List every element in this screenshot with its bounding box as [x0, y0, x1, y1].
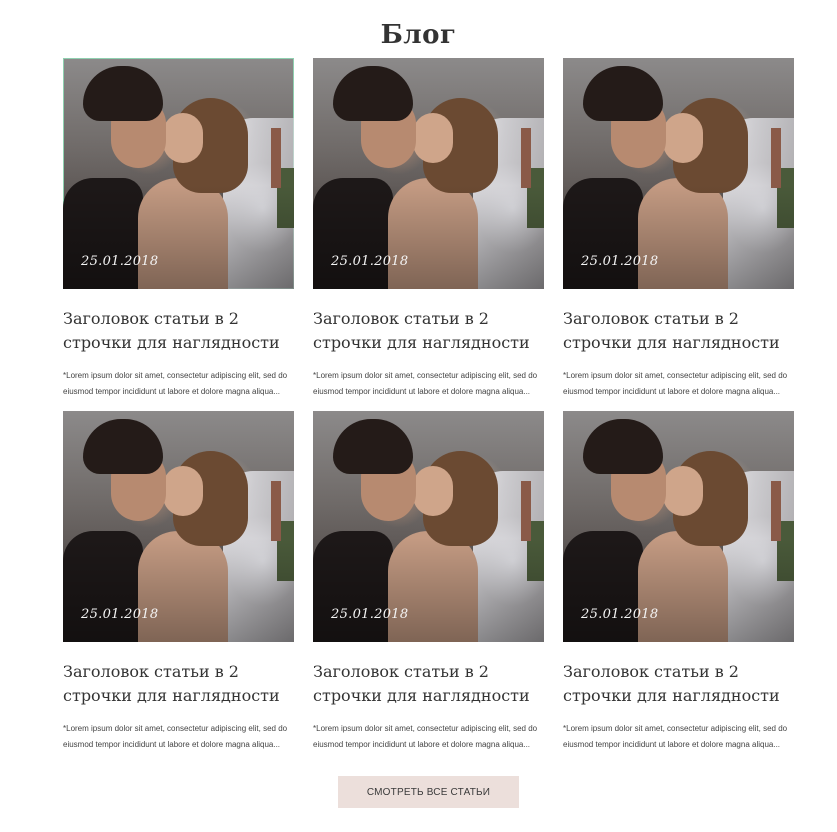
blog-card-title[interactable]: Заголовок статьи в 2 строчки для наглядн… [313, 660, 544, 708]
blog-card-excerpt: *Lorem ipsum dolor sit amet, consectetur… [63, 371, 288, 396]
blog-card[interactable]: 25.01.2018 Заголовок статьи в 2 строчки … [313, 58, 544, 411]
blog-card[interactable]: 25.01.2018 Заголовок статьи в 2 строчки … [563, 411, 794, 764]
blog-card-date: 25.01.2018 [331, 254, 409, 269]
blog-card-date: 25.01.2018 [581, 607, 659, 622]
blog-card-image[interactable]: 25.01.2018 [63, 58, 294, 289]
blog-card-title[interactable]: Заголовок статьи в 2 строчки для наглядн… [563, 660, 794, 708]
blog-card-excerpt: *Lorem ipsum dolor sit amet, consectetur… [313, 371, 538, 396]
blog-card-excerpt: *Lorem ipsum dolor sit amet, consectetur… [313, 724, 538, 749]
blog-card-excerpt: *Lorem ipsum dolor sit amet, consectetur… [63, 724, 288, 749]
view-all-posts-button[interactable]: СМОТРЕТЬ ВСЕ СТАТЬИ [338, 776, 519, 808]
blog-card-image[interactable]: 25.01.2018 [313, 411, 544, 642]
blog-card-image[interactable]: 25.01.2018 [313, 58, 544, 289]
blog-card-excerpt: *Lorem ipsum dolor sit amet, consectetur… [563, 371, 788, 396]
blog-card[interactable]: 25.01.2018 Заголовок статьи в 2 строчки … [313, 411, 544, 764]
blog-card-excerpt: *Lorem ipsum dolor sit amet, consectetur… [563, 724, 788, 749]
blog-card-title[interactable]: Заголовок статьи в 2 строчки для наглядн… [563, 307, 794, 355]
blog-card-date: 25.01.2018 [81, 607, 159, 622]
blog-card-image[interactable]: 25.01.2018 [63, 411, 294, 642]
blog-card[interactable]: 25.01.2018 Заголовок статьи в 2 строчки … [563, 58, 794, 411]
blog-card-title[interactable]: Заголовок статьи в 2 строчки для наглядн… [63, 307, 294, 355]
blog-card-title[interactable]: Заголовок статьи в 2 строчки для наглядн… [313, 307, 544, 355]
page-title: Блог [380, 20, 457, 51]
blog-grid: 25.01.2018 Заголовок статьи в 2 строчки … [63, 58, 794, 764]
blog-card[interactable]: 25.01.2018 Заголовок статьи в 2 строчки … [63, 58, 294, 411]
blog-card-date: 25.01.2018 [331, 607, 409, 622]
blog-card-date: 25.01.2018 [81, 254, 159, 269]
blog-card-date: 25.01.2018 [581, 254, 659, 269]
blog-card-title[interactable]: Заголовок статьи в 2 строчки для наглядн… [63, 660, 294, 708]
blog-card-image[interactable]: 25.01.2018 [563, 411, 794, 642]
blog-card[interactable]: 25.01.2018 Заголовок статьи в 2 строчки … [63, 411, 294, 764]
blog-card-image[interactable]: 25.01.2018 [563, 58, 794, 289]
